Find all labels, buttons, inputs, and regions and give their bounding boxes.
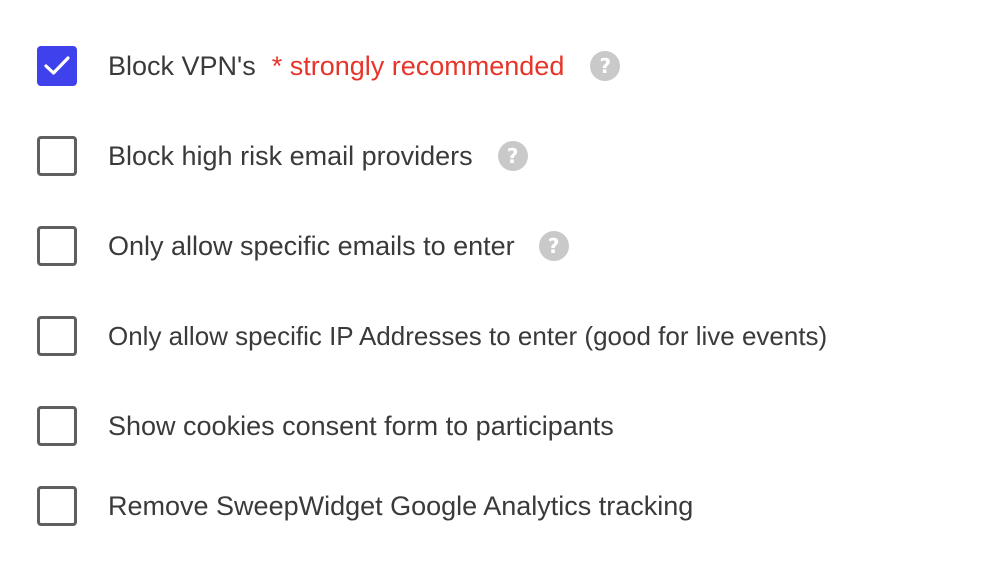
help-icon[interactable]: ? xyxy=(497,141,528,171)
specific-ip-addresses-label: Only allow specific IP Addresses to ente… xyxy=(108,321,828,351)
strongly-recommended-note: * strongly recommended xyxy=(271,51,565,81)
help-icon[interactable]: ? xyxy=(590,51,621,81)
option-block-vpn: Block VPN's * strongly recommended ? xyxy=(37,46,621,86)
block-high-risk-email-checkbox[interactable] xyxy=(37,136,77,176)
remove-ga-tracking-label: Remove SweepWidget Google Analytics trac… xyxy=(108,491,694,521)
block-vpn-checkbox[interactable] xyxy=(37,46,77,86)
option-remove-ga-tracking: Remove SweepWidget Google Analytics trac… xyxy=(37,486,693,526)
help-icon[interactable]: ? xyxy=(538,231,569,261)
option-cookies-consent: Show cookies consent form to participant… xyxy=(37,406,614,446)
block-high-risk-email-label: Block high risk email providers xyxy=(108,141,473,171)
remove-ga-tracking-checkbox[interactable] xyxy=(37,486,77,526)
specific-emails-label: Only allow specific emails to enter xyxy=(108,231,515,261)
specific-emails-checkbox[interactable] xyxy=(37,226,77,266)
option-specific-ip-addresses: Only allow specific IP Addresses to ente… xyxy=(37,316,827,356)
checkmark-icon xyxy=(44,56,70,75)
option-specific-emails: Only allow specific emails to enter ? xyxy=(37,226,569,266)
block-vpn-label: Block VPN's xyxy=(108,51,256,81)
cookies-consent-checkbox[interactable] xyxy=(37,406,77,446)
specific-ip-addresses-checkbox[interactable] xyxy=(37,316,77,356)
cookies-consent-label: Show cookies consent form to participant… xyxy=(108,411,614,441)
option-block-high-risk-email: Block high risk email providers ? xyxy=(37,136,528,176)
